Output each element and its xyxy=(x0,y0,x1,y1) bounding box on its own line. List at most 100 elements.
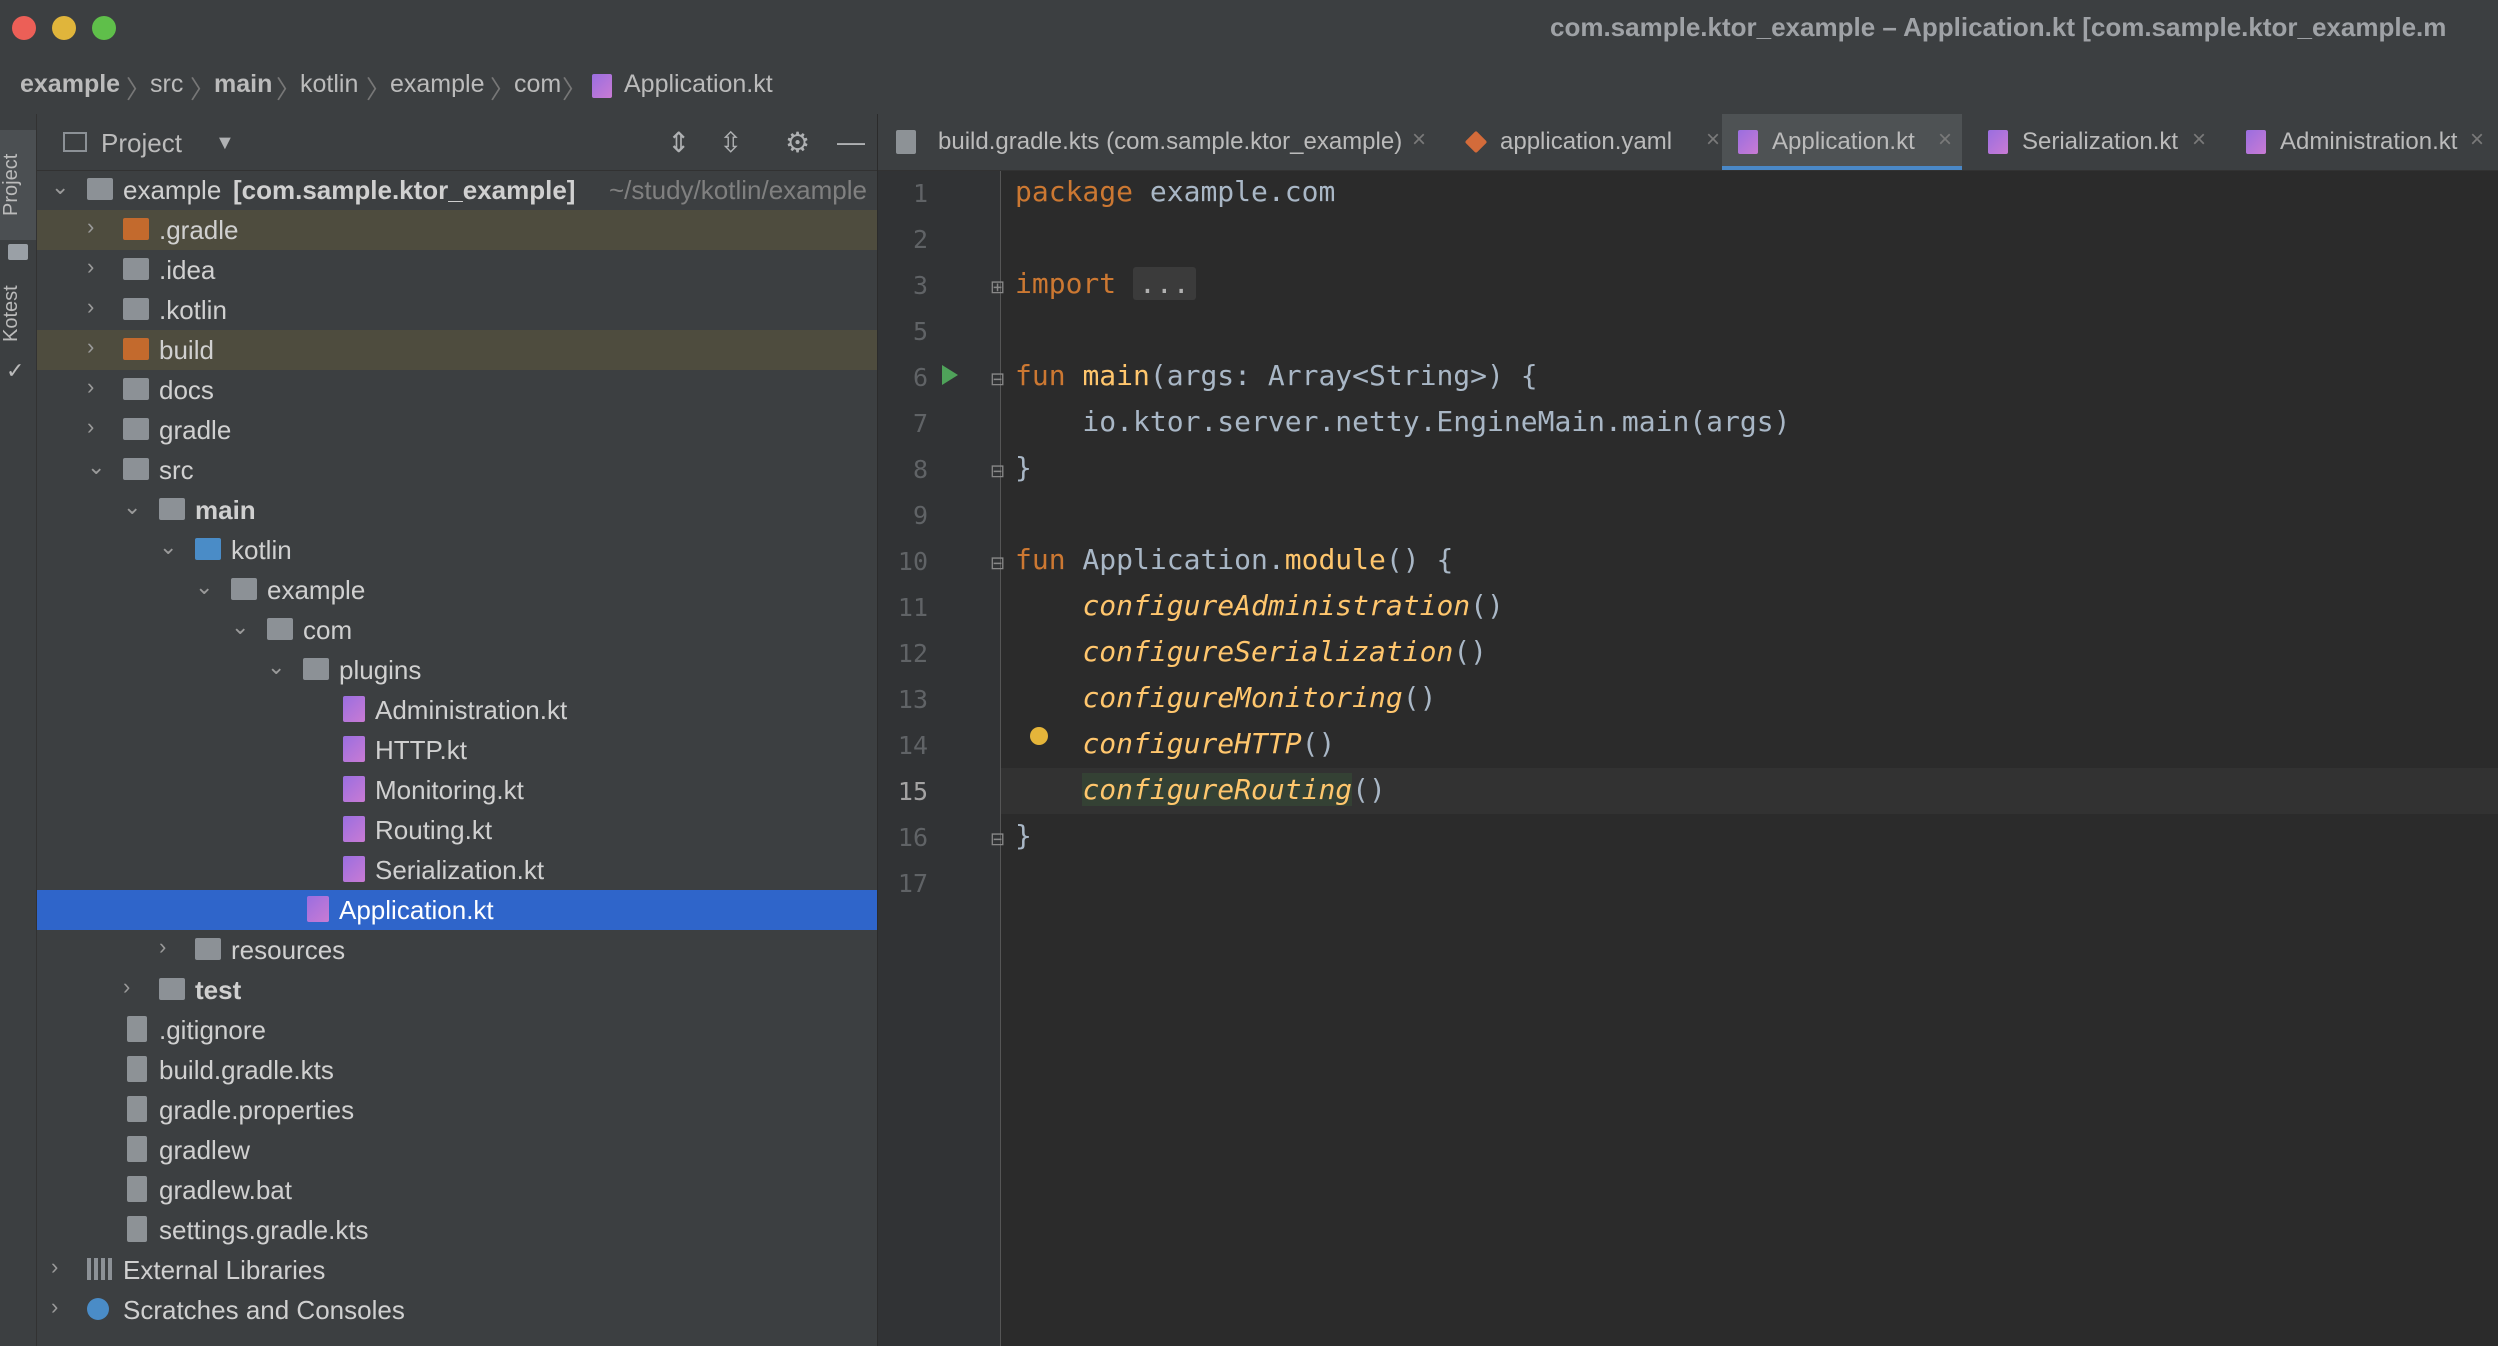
minimize-window-button[interactable] xyxy=(52,16,76,40)
tree-item-http-kt[interactable]: HTTP.kt xyxy=(37,730,877,770)
tree-item-label: build xyxy=(159,335,214,365)
tree-item-gradle-dir[interactable]: › .gradle xyxy=(37,210,877,250)
tree-item-gradlew-bat[interactable]: gradlew.bat xyxy=(37,1170,877,1210)
tree-item-label: build.gradle.kts xyxy=(159,1055,334,1085)
fold-icon[interactable]: ⊞ xyxy=(990,277,1005,298)
breadcrumb-item-kotlin[interactable]: kotlin xyxy=(300,70,358,99)
kotlin-file-icon xyxy=(343,816,365,842)
close-icon[interactable]: × xyxy=(1706,126,1720,154)
chevron-right-icon[interactable]: › xyxy=(87,374,94,400)
source-set-folder-icon xyxy=(159,498,185,520)
tree-item-docs[interactable]: › docs xyxy=(37,370,877,410)
tab-administration-kt[interactable]: Administration.kt × xyxy=(2230,114,2498,170)
fold-icon[interactable]: ⊟ xyxy=(990,369,1005,390)
close-icon[interactable]: × xyxy=(2192,126,2206,154)
code-line-16: } xyxy=(1015,819,1032,852)
expand-all-icon[interactable]: ⇕ xyxy=(667,126,690,159)
tree-item-com[interactable]: ⌄ com xyxy=(37,610,877,650)
gradle-file-icon xyxy=(127,1216,147,1242)
chevron-right-icon[interactable]: › xyxy=(123,974,130,1000)
chevron-right-icon[interactable]: › xyxy=(51,1294,58,1320)
kotest-tool-tab[interactable]: Kotest xyxy=(0,274,36,354)
tree-item-idea[interactable]: › .idea xyxy=(37,250,877,290)
chevron-down-icon[interactable]: ⌄ xyxy=(159,534,177,560)
kotlin-file-icon xyxy=(1738,130,1758,154)
chevron-down-icon[interactable]: ⌄ xyxy=(231,614,249,640)
tree-item-scratches[interactable]: › Scratches and Consoles xyxy=(37,1290,877,1330)
tree-item-kotlin[interactable]: ⌄ kotlin xyxy=(37,530,877,570)
chevron-right-icon[interactable]: › xyxy=(87,254,94,280)
breadcrumb-item-com[interactable]: com xyxy=(514,70,561,99)
collapse-all-icon[interactable]: ⇳ xyxy=(719,126,742,159)
tab-application-kt[interactable]: Application.kt × xyxy=(1722,114,1962,170)
kotlin-file-icon xyxy=(2246,130,2266,154)
tree-item-plugins[interactable]: ⌄ plugins xyxy=(37,650,877,690)
tree-item-gitignore[interactable]: .gitignore xyxy=(37,1010,877,1050)
tree-item-settings-gradle-kts[interactable]: settings.gradle.kts xyxy=(37,1210,877,1250)
breadcrumb-item-example-pkg[interactable]: example xyxy=(390,70,485,99)
maximize-window-button[interactable] xyxy=(92,16,116,40)
chevron-right-icon[interactable]: › xyxy=(159,934,166,960)
chevron-down-icon[interactable]: ⌄ xyxy=(267,654,285,680)
chevron-right-icon[interactable]: › xyxy=(51,1254,58,1280)
tree-item-resources[interactable]: › resources xyxy=(37,930,877,970)
breadcrumb-item-main[interactable]: main xyxy=(214,70,272,99)
code-editor[interactable]: 1 2 3 5 6 7 8 9 10 11 12 13 14 15 16 17 … xyxy=(878,171,2498,1346)
close-icon[interactable]: × xyxy=(2470,126,2484,154)
tree-item-src[interactable]: ⌄ src xyxy=(37,450,877,490)
tree-item-external-libraries[interactable]: › External Libraries xyxy=(37,1250,877,1290)
tool-window-stripe: Project Kotest ✓ xyxy=(0,114,37,1346)
chevron-down-icon[interactable]: ⌄ xyxy=(87,454,105,480)
chevron-right-icon[interactable]: › xyxy=(87,334,94,360)
line-number: 17 xyxy=(897,869,928,898)
chevron-down-icon[interactable]: ⌄ xyxy=(51,174,69,200)
run-gutter-icon[interactable] xyxy=(942,365,958,385)
tree-item-kotlin-dir[interactable]: › .kotlin xyxy=(37,290,877,330)
tree-item-gradle[interactable]: › gradle xyxy=(37,410,877,450)
chevron-down-icon[interactable]: ⌄ xyxy=(195,574,213,600)
tree-item-build-gradle-kts[interactable]: build.gradle.kts xyxy=(37,1050,877,1090)
project-panel-title[interactable]: Project xyxy=(101,128,182,159)
folded-imports[interactable]: ... xyxy=(1133,267,1196,300)
tree-item-root[interactable]: ⌄ example [com.sample.ktor_example] ~/st… xyxy=(37,170,877,210)
library-icon xyxy=(87,1258,113,1280)
keyword: import xyxy=(1015,267,1117,300)
tree-item-monitoring-kt[interactable]: Monitoring.kt xyxy=(37,770,877,810)
function-call: configureSerialization xyxy=(1082,635,1454,668)
chevron-right-icon[interactable]: › xyxy=(87,214,94,240)
tree-item-label: gradlew.bat xyxy=(159,1175,292,1205)
tree-item-serialization-kt[interactable]: Serialization.kt xyxy=(37,850,877,890)
line-number: 6 xyxy=(912,363,928,392)
project-tool-tab[interactable]: Project xyxy=(0,130,36,240)
chevron-down-icon[interactable]: ⌄ xyxy=(123,494,141,520)
breadcrumb-item-example[interactable]: example xyxy=(20,70,120,99)
close-icon[interactable]: × xyxy=(1412,126,1426,154)
tree-item-application-kt[interactable]: Application.kt xyxy=(37,890,877,930)
tree-item-gradle-properties[interactable]: gradle.properties xyxy=(37,1090,877,1130)
tree-item-administration-kt[interactable]: Administration.kt xyxy=(37,690,877,730)
tree-item-gradlew[interactable]: gradlew xyxy=(37,1130,877,1170)
tree-item-label: .gitignore xyxy=(159,1015,266,1045)
chevron-right-icon[interactable]: › xyxy=(87,414,94,440)
hide-panel-icon[interactable]: — xyxy=(837,126,865,158)
fold-icon[interactable]: ⊟ xyxy=(990,829,1005,850)
tab-application-yaml[interactable]: application.yaml × xyxy=(1458,114,1728,170)
chevron-down-icon[interactable]: ▼ xyxy=(215,132,235,155)
fold-icon[interactable]: ⊟ xyxy=(990,461,1005,482)
tree-item-build[interactable]: › build xyxy=(37,330,877,370)
tree-item-main[interactable]: ⌄ main xyxy=(37,490,877,530)
chevron-right-icon[interactable]: › xyxy=(87,294,94,320)
tree-item-label: example xyxy=(267,575,366,605)
tab-build-gradle-kts[interactable]: build.gradle.kts (com.sample.ktor_exampl… xyxy=(878,114,1438,170)
tab-serialization-kt[interactable]: Serialization.kt × xyxy=(1972,114,2222,170)
tree-item-example-pkg[interactable]: ⌄ example xyxy=(37,570,877,610)
breadcrumb-separator: 〉 xyxy=(562,76,588,104)
tree-item-test[interactable]: › test xyxy=(37,970,877,1010)
fold-icon[interactable]: ⊟ xyxy=(990,553,1005,574)
close-window-button[interactable] xyxy=(12,16,36,40)
gear-icon[interactable]: ⚙ xyxy=(785,126,810,159)
tree-item-routing-kt[interactable]: Routing.kt xyxy=(37,810,877,850)
breadcrumb-item-application[interactable]: Application.kt xyxy=(624,70,773,99)
breadcrumb-item-src[interactable]: src xyxy=(150,70,183,99)
close-icon[interactable]: × xyxy=(1938,126,1952,154)
